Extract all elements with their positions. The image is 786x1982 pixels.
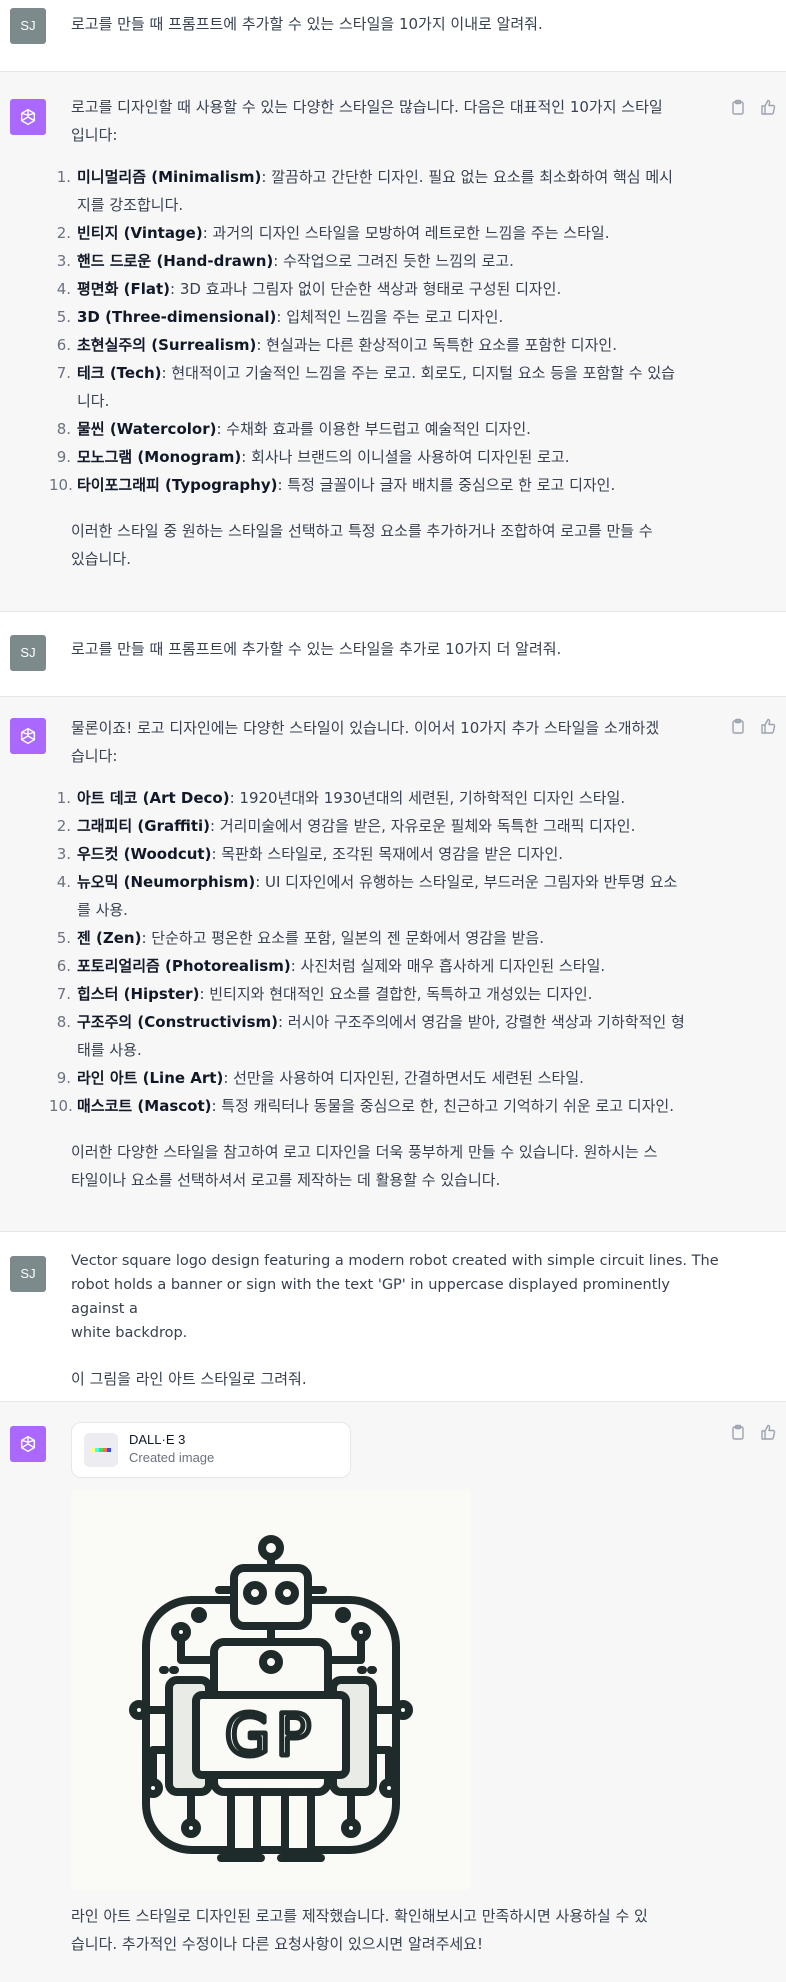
style-list: 1. 미니멀리즘 (Minimalism): 깔끔하고 간단한 디자인. 필요 없… (49, 163, 726, 499)
assistant-avatar (10, 1426, 46, 1462)
prompt-line-4: 이 그림을 라인 아트 스타일로 그려줘. (71, 1370, 307, 1388)
intro-line-2: 입니다: (71, 126, 118, 144)
user-message: SJ 로고를 만들 때 프롬프트에 추가할 수 있는 스타일을 추가로 10가지… (0, 612, 786, 697)
list-item: 2. 빈티지 (Vintage): 과거의 디자인 스타일을 모방하여 레트로한 … (56, 224, 610, 242)
outro-line-2: 있습니다. (71, 550, 131, 568)
list-item: 5. 젠 (Zen): 단순하고 평온한 요소를 포함, 일본의 젠 문화에서 영… (56, 929, 544, 947)
list-item: 3. 우드컷 (Woodcut): 목판화 스타일로, 조각된 목재에서 영감을 … (56, 845, 564, 863)
dalle-icon (84, 1433, 118, 1467)
intro-line-1: 물론이죠! 로고 디자인에는 다양한 스타일이 있습니다. 이어서 10가지 추… (71, 719, 660, 737)
assistant-avatar (10, 99, 46, 135)
user-message: SJ 로고를 만들 때 프롬프트에 추가할 수 있는 스타일을 10가지 이내로… (0, 0, 786, 72)
list-item: 8. 물씬 (Watercolor): 수채화 효과를 이용한 부드럽고 예술적인… (56, 420, 531, 438)
clipboard-icon[interactable] (730, 1424, 746, 1440)
openai-logo-icon (20, 108, 36, 126)
image-banner-text: GP (225, 1701, 317, 1769)
list-item: 1. 아트 데코 (Art Deco): 1920년대와 1930년대의 세련된,… (56, 789, 626, 807)
thumbs-up-icon[interactable] (760, 718, 776, 734)
clipboard-icon[interactable] (730, 99, 746, 115)
user-avatar: SJ (10, 1256, 46, 1292)
prompt-line-3: white backdrop. (71, 1325, 188, 1341)
message-actions (730, 718, 776, 734)
list-item: 2. 그래피티 (Graffiti): 거리미술에서 영감을 받은, 자유로운 필… (56, 817, 636, 835)
thumbs-up-icon[interactable] (760, 1424, 776, 1440)
message-actions (730, 1424, 776, 1440)
list-item: 8. 구조주의 (Constructivism): 러시아 구조주의에서 영감을 … (56, 1013, 685, 1059)
user-avatar: SJ (10, 635, 46, 671)
prompt-line-1: Vector square logo design featuring a mo… (71, 1253, 719, 1269)
user-message: SJ Vector square logo design featuring a… (0, 1232, 786, 1402)
assistant-message: 물론이죠! 로고 디자인에는 다양한 스타일이 있습니다. 이어서 10가지 추… (0, 697, 786, 1232)
list-item: 9. 모노그램 (Monogram): 회사나 브랜드의 이니셜을 사용하여 디자… (56, 448, 570, 466)
style-list: 1. 아트 데코 (Art Deco): 1920년대와 1930년대의 세련된,… (49, 784, 726, 1120)
outro-line-2: 타일이나 요소를 선택하셔서 로고를 제작하는 데 활용할 수 있습니다. (71, 1171, 501, 1189)
list-item: 10. 타이포그래피 (Typography): 특정 글꼴이나 글자 배치를 중… (49, 476, 616, 494)
generated-image[interactable]: GP (71, 1490, 471, 1890)
assistant-avatar (10, 718, 46, 754)
outro-line-2: 습니다. 추가적인 수정이나 다른 요청사항이 있으시면 알려주세요! (71, 1935, 483, 1953)
message-actions (730, 99, 776, 115)
list-item: 7. 힙스터 (Hipster): 빈티지와 현대적인 요소를 결합한, 독특하고… (56, 985, 593, 1003)
list-item: 9. 라인 아트 (Line Art): 선만을 사용하여 디자인된, 간결하면서… (56, 1069, 584, 1087)
dalle-subtitle: Created image (129, 1450, 215, 1465)
openai-logo-icon (20, 727, 36, 745)
user-message-text: 로고를 만들 때 프롬프트에 추가할 수 있는 스타일을 10가지 이내로 알려… (71, 15, 543, 33)
list-item: 4. 뉴오믹 (Neumorphism): UI 디자인에서 유행하는 스타일로,… (56, 873, 678, 919)
list-item: 6. 포토리얼리즘 (Photorealism): 사진처럼 실제와 매우 흡사하… (56, 957, 606, 975)
clipboard-icon[interactable] (730, 718, 746, 734)
list-item: 3. 핸드 드로운 (Hand-drawn): 수작업으로 그려진 듯한 느낌의 … (56, 252, 514, 270)
list-item: 10. 매스코트 (Mascot): 특정 캐릭터나 동물을 중심으로 한, 친근… (49, 1097, 674, 1115)
outro-line-1: 라인 아트 스타일로 디자인된 로고를 제작했습니다. 확인해보시고 만족하시면… (71, 1907, 648, 1925)
intro-line-2: 습니다: (71, 747, 118, 765)
assistant-message: DALL·E 3 Created image GP 라인 아트 스타일로 디자인… (0, 1402, 786, 1982)
dalle-title: DALL·E 3 (129, 1432, 186, 1447)
thumbs-up-icon[interactable] (760, 99, 776, 115)
intro-line-1: 로고를 디자인할 때 사용할 수 있는 다양한 스타일은 많습니다. 다음은 대… (71, 98, 663, 116)
user-avatar: SJ (10, 8, 46, 44)
dalle-tool-card[interactable]: DALL·E 3 Created image (71, 1422, 351, 1478)
outro-line-1: 이러한 스타일 중 원하는 스타일을 선택하고 특정 요소를 추가하거나 조합하… (71, 522, 653, 540)
list-item: 7. 테크 (Tech): 현대적이고 기술적인 느낌을 주는 로고. 회로도, … (56, 364, 675, 410)
outro-line-1: 이러한 다양한 스타일을 참고하여 로고 디자인을 더욱 풍부하게 만들 수 있… (71, 1143, 658, 1161)
list-item: 5. 3D (Three-dimensional): 입체적인 느낌을 주는 로고… (56, 308, 504, 326)
list-item: 6. 초현실주의 (Surrealism): 현실과는 다른 환상적이고 독특한 … (56, 336, 617, 354)
user-message-text: 로고를 만들 때 프롬프트에 추가할 수 있는 스타일을 추가로 10가지 더 … (71, 640, 562, 658)
openai-logo-icon (20, 1435, 36, 1453)
list-item: 1. 미니멀리즘 (Minimalism): 깔끔하고 간단한 디자인. 필요 없… (56, 168, 673, 214)
assistant-message: 로고를 디자인할 때 사용할 수 있는 다양한 스타일은 많습니다. 다음은 대… (0, 72, 786, 612)
prompt-line-2: robot holds a banner or sign with the te… (71, 1277, 671, 1317)
list-item: 4. 평면화 (Flat): 3D 효과나 그림자 없이 단순한 색상과 형태로 … (56, 280, 562, 298)
